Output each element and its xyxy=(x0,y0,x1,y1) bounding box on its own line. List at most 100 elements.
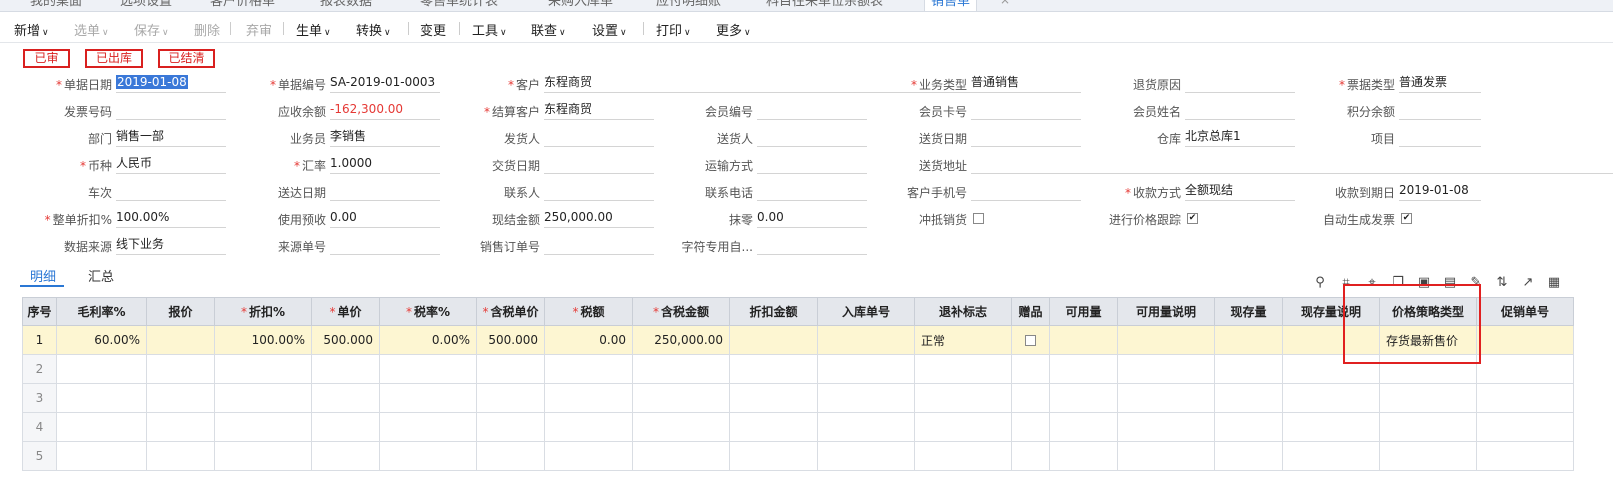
table-cell[interactable] xyxy=(1282,441,1380,471)
table-cell[interactable] xyxy=(311,412,380,442)
field-input[interactable] xyxy=(757,181,867,201)
table-cell[interactable]: 500.000 xyxy=(476,325,545,355)
table-cell[interactable] xyxy=(544,441,633,471)
table-cell[interactable] xyxy=(214,412,312,442)
toolbar-button[interactable]: 选单 ∨ xyxy=(74,20,109,39)
field-input[interactable]: -162,300.00 xyxy=(330,100,440,120)
table-cell[interactable] xyxy=(1379,441,1477,471)
field-input[interactable] xyxy=(330,235,440,255)
table-cell[interactable] xyxy=(817,325,915,355)
table-cell[interactable] xyxy=(544,354,633,384)
toolbar-button[interactable]: 联查 ∨ xyxy=(531,20,566,39)
split-icon[interactable]: ⇅ xyxy=(1494,275,1510,291)
table-cell[interactable] xyxy=(914,412,1012,442)
field-input[interactable] xyxy=(116,100,226,120)
table-cell[interactable] xyxy=(1282,412,1380,442)
table-cell[interactable] xyxy=(1117,354,1215,384)
table-cell[interactable]: 250,000.00 xyxy=(632,325,730,355)
toolbar-button[interactable]: 打印 ∨ xyxy=(656,20,691,39)
field-input[interactable]: 普通销售 xyxy=(971,73,1081,93)
table-cell[interactable] xyxy=(817,354,915,384)
table-cell[interactable] xyxy=(1476,325,1574,355)
table-cell[interactable] xyxy=(729,441,818,471)
doc-tab[interactable]: 应付明细账 xyxy=(656,0,721,11)
table-cell[interactable] xyxy=(1379,383,1477,413)
table-cell[interactable] xyxy=(1476,354,1574,384)
field-input[interactable]: 销售一部 xyxy=(116,127,226,147)
table-cell[interactable] xyxy=(214,354,312,384)
field-input[interactable]: 100.00% xyxy=(116,208,226,228)
field-input[interactable] xyxy=(757,100,867,120)
column-header[interactable]: 序号 xyxy=(22,297,57,326)
table-cell[interactable] xyxy=(1117,383,1215,413)
column-header[interactable]: 报价 xyxy=(146,297,215,326)
table-cell[interactable] xyxy=(1117,441,1215,471)
field-input[interactable] xyxy=(971,100,1081,120)
table-cell[interactable] xyxy=(1049,441,1118,471)
chart-icon[interactable]: ↗ xyxy=(1520,275,1536,291)
table-cell[interactable] xyxy=(914,383,1012,413)
table-cell[interactable] xyxy=(632,383,730,413)
field-input[interactable]: 1.0000 xyxy=(330,154,440,174)
toolbar-button[interactable]: 变更 xyxy=(420,20,446,39)
field-input[interactable] xyxy=(544,181,654,201)
field-input[interactable]: 李销售 xyxy=(330,127,440,147)
table-cell[interactable] xyxy=(1011,354,1050,384)
table-cell[interactable] xyxy=(476,383,545,413)
close-icon[interactable]: × xyxy=(1000,0,1010,7)
table-cell[interactable] xyxy=(1379,412,1477,442)
table-cell[interactable] xyxy=(379,441,477,471)
table-cell[interactable] xyxy=(476,412,545,442)
table-cell[interactable] xyxy=(146,412,215,442)
table-cell[interactable]: 0.00% xyxy=(379,325,477,355)
table-cell[interactable] xyxy=(56,412,147,442)
field-input[interactable]: 人民币 xyxy=(116,154,226,174)
column-header[interactable]: 赠品 xyxy=(1011,297,1050,326)
field-input[interactable] xyxy=(544,235,654,255)
field-input[interactable]: SA-2019-01-0003 xyxy=(330,73,440,93)
column-header[interactable]: * 含税单价 xyxy=(476,297,545,326)
toolbar-button[interactable]: 设置 ∨ xyxy=(592,20,627,39)
toolbar-button[interactable]: 生单 ∨ xyxy=(296,20,331,39)
field-input[interactable] xyxy=(330,181,440,201)
column-header[interactable]: 入库单号 xyxy=(817,297,915,326)
column-header[interactable]: 现存量 xyxy=(1214,297,1283,326)
table-cell[interactable] xyxy=(146,383,215,413)
table-cell[interactable] xyxy=(214,383,312,413)
table-cell[interactable] xyxy=(729,325,818,355)
table-row[interactable]: 4 xyxy=(22,412,1574,442)
table-cell[interactable] xyxy=(1117,325,1215,355)
toolbar-button[interactable]: 保存 ∨ xyxy=(134,20,169,39)
column-header[interactable]: 折扣金额 xyxy=(729,297,818,326)
column-header[interactable]: * 税额 xyxy=(544,297,633,326)
field-input[interactable] xyxy=(1185,100,1295,120)
table-cell[interactable] xyxy=(544,383,633,413)
table-cell[interactable] xyxy=(311,354,380,384)
field-input[interactable] xyxy=(544,127,654,147)
toolbar-button[interactable]: 工具 ∨ xyxy=(472,20,507,39)
doc-tab[interactable]: 我的桌面 xyxy=(30,0,82,11)
table-cell[interactable]: 60.00% xyxy=(56,325,147,355)
field-input[interactable] xyxy=(116,181,226,201)
table-cell[interactable] xyxy=(1011,412,1050,442)
table-cell[interactable] xyxy=(1214,354,1283,384)
table-cell[interactable] xyxy=(1011,383,1050,413)
table-cell[interactable] xyxy=(146,441,215,471)
grid-icon[interactable]: ▦ xyxy=(1546,275,1562,291)
checkbox[interactable] xyxy=(973,213,984,224)
doc-tab[interactable]: 客户价格单 xyxy=(210,0,275,11)
table-cell[interactable] xyxy=(729,354,818,384)
field-input[interactable] xyxy=(1399,127,1481,147)
toolbar-button[interactable]: 转换 ∨ xyxy=(356,20,391,39)
column-header[interactable]: * 折扣% xyxy=(214,297,312,326)
table-cell[interactable] xyxy=(1476,412,1574,442)
column-header[interactable]: * 含税金额 xyxy=(632,297,730,326)
table-cell[interactable] xyxy=(476,354,545,384)
table-cell[interactable]: 100.00% xyxy=(214,325,312,355)
table-cell[interactable] xyxy=(817,412,915,442)
column-header[interactable]: 促销单号 xyxy=(1476,297,1574,326)
field-input[interactable]: 0.00 xyxy=(757,208,867,228)
column-header[interactable]: 可用量说明 xyxy=(1117,297,1215,326)
toolbar-button[interactable]: 新增 ∨ xyxy=(14,20,49,39)
table-row[interactable]: 1 60.00% 100.00% 500.000 0.00% 500.000 0.00 250… xyxy=(22,325,1574,355)
